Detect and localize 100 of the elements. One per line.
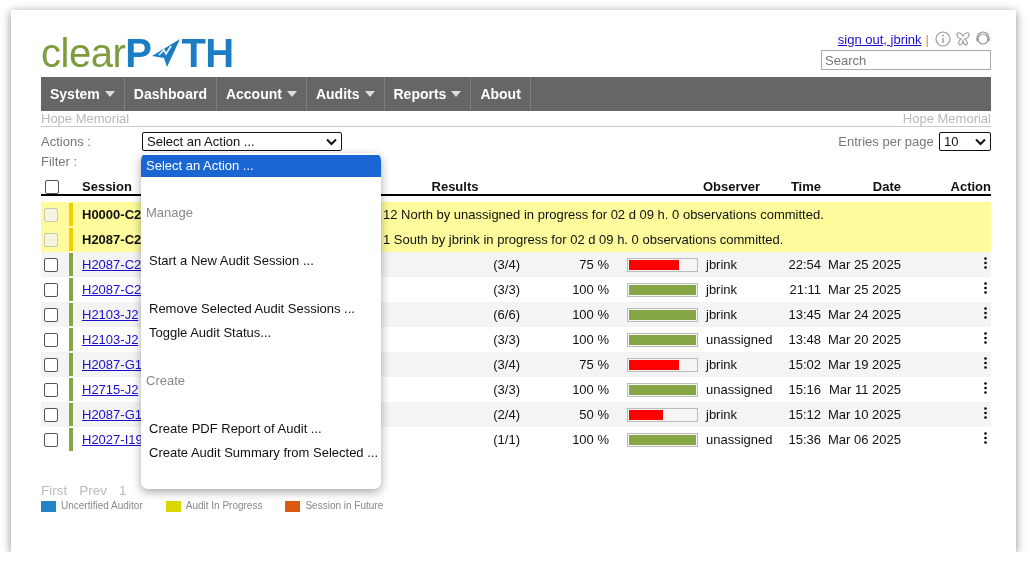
observer-cell-text: jbrink <box>704 280 739 299</box>
nav-menu-button[interactable]: About <box>471 77 531 111</box>
butterfly-icon[interactable] <box>955 31 971 48</box>
time-cell-text: 22:54 <box>787 255 821 274</box>
column-header: Results <box>430 178 480 196</box>
results-cell-text: (6/6) <box>492 305 520 324</box>
more-icon[interactable] <box>984 256 987 269</box>
logo-text: TH <box>181 36 234 70</box>
more-icon[interactable] <box>984 331 987 344</box>
search-field[interactable]: Search <box>821 50 991 70</box>
paper-plane-logo-icon <box>151 38 182 68</box>
entries-label: Entries per page <box>838 132 934 151</box>
page-label: 1 <box>119 482 127 497</box>
results-cell-text: (3/4) <box>492 355 520 374</box>
observer-cell-text: unassigned <box>705 330 774 349</box>
more-icon[interactable] <box>984 431 987 444</box>
results-cell-text: (3/3) <box>492 280 520 299</box>
entries-select[interactable]: 10 <box>939 132 991 151</box>
logo-text: P <box>125 36 152 70</box>
column-header: Time <box>789 178 821 196</box>
row-checkbox[interactable] <box>44 407 58 422</box>
nav-menu-button[interactable]: Audits <box>306 77 385 111</box>
time-cell-text: 21:11 <box>788 280 821 299</box>
percent-cell-text: 100 % <box>571 430 609 449</box>
status-bar <box>69 303 73 326</box>
nav-menu-button[interactable]: Dashboard <box>124 77 217 111</box>
filter-label: Filter : <box>41 152 78 171</box>
time-cell-text: 15:16 <box>787 380 821 399</box>
menu-group-label: Manage <box>145 204 194 222</box>
status-message: 12 North by unassigned in progress for 02 d 09 h. 0 observations committed. <box>383 205 825 224</box>
time-cell-text: 15:12 <box>787 405 821 424</box>
status-bar <box>69 428 73 451</box>
chevron-icon <box>326 137 337 146</box>
observer-cell-text: jbrink <box>704 255 739 274</box>
observer-cell-text: jbrink <box>704 305 739 324</box>
results-cell-text: (1/1) <box>492 430 520 449</box>
menu-option[interactable]: Remove Selected Audit Sessions ... <box>141 297 381 321</box>
row-checkbox[interactable] <box>44 332 58 347</box>
logo-text: clear <box>41 36 126 70</box>
time-cell-text: 13:45 <box>787 305 821 324</box>
time-cell-text: 13:48 <box>787 330 821 349</box>
status-bar <box>69 253 73 276</box>
date-cell-text: Mar 06 2025 <box>827 430 901 449</box>
row-checkbox[interactable] <box>44 382 58 397</box>
status-message: 1 South by jbrink in progress for 02 d 09 h. 0 observations committed. <box>383 230 785 249</box>
column-header: Action <box>949 178 991 196</box>
select-all-checkbox[interactable] <box>45 179 59 194</box>
more-icon[interactable] <box>984 406 987 419</box>
nav-menu-button[interactable]: Reports <box>384 77 472 111</box>
date-cell-text: Mar 20 2025 <box>827 330 901 349</box>
more-icon[interactable] <box>984 306 987 319</box>
row-checkbox[interactable] <box>44 282 58 297</box>
legend-label: Session in Future <box>305 500 384 511</box>
column-header: Date <box>871 178 901 196</box>
percent-cell-text: 100 % <box>571 305 609 324</box>
row-checkbox[interactable] <box>44 357 58 372</box>
row-checkbox[interactable] <box>44 432 58 447</box>
percent-cell-text: 75 % <box>578 355 609 374</box>
separator-text: | <box>925 30 929 49</box>
nav-menu-button[interactable]: System <box>41 77 125 111</box>
menu-option[interactable]: Start a New Audit Session ... <box>141 249 381 273</box>
status-bar <box>69 278 73 301</box>
date-cell-text: Mar 25 2025 <box>827 255 901 274</box>
info-icon[interactable] <box>935 31 951 48</box>
status-bar <box>69 353 73 376</box>
menu-option[interactable]: Create PDF Report of Audit ... <box>141 417 381 441</box>
actions-select[interactable]: Select an Action ... <box>142 132 342 151</box>
row-checkbox[interactable] <box>44 257 58 272</box>
date-cell-text: Mar 11 2025 <box>827 380 901 399</box>
status-bar <box>69 228 73 251</box>
menu-option[interactable]: Create Audit Summary from Selected ... <box>141 441 381 465</box>
observer-cell-text: jbrink <box>704 405 739 424</box>
page-label: Prev <box>79 482 107 497</box>
time-cell-text: 15:02 <box>787 355 821 374</box>
nav-menu-button[interactable]: Account <box>216 77 307 111</box>
menu-option[interactable]: Toggle Audit Status... <box>141 321 381 345</box>
observer-cell-text: jbrink <box>704 355 739 374</box>
chevron-icon <box>975 137 986 146</box>
menu-option[interactable]: Select an Action ... <box>141 155 381 177</box>
date-cell-text: Mar 25 2025 <box>827 280 901 299</box>
percent-cell-text: 75 % <box>578 255 609 274</box>
observer-cell-text: unassigned <box>705 380 774 399</box>
results-cell-text: (2/4) <box>492 405 520 424</box>
time-cell-text: 15:36 <box>787 430 821 449</box>
more-icon[interactable] <box>984 281 987 294</box>
more-icon[interactable] <box>984 381 987 394</box>
column-header: Observer <box>703 178 762 196</box>
row-checkbox[interactable] <box>44 307 58 322</box>
facility-name: Hope Memorial <box>41 111 130 126</box>
status-bar <box>69 403 73 426</box>
observer-cell-text: unassigned <box>705 430 774 449</box>
headset-icon[interactable] <box>975 31 991 48</box>
sign-out-link[interactable]: sign out, jbrink <box>837 29 922 49</box>
date-cell-text: Mar 10 2025 <box>827 405 901 424</box>
actions-label: Actions : <box>41 132 92 151</box>
percent-cell-text: 100 % <box>571 280 609 299</box>
legend-label: Audit In Progress <box>185 500 263 511</box>
percent-cell-text: 100 % <box>571 380 609 399</box>
more-icon[interactable] <box>984 356 987 369</box>
menu-group-label: Create <box>145 372 187 390</box>
